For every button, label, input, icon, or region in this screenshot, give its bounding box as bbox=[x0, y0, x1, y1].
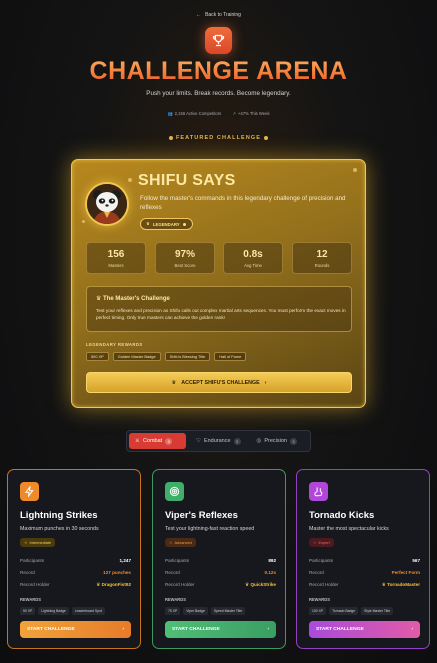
star-icon bbox=[264, 135, 269, 140]
challenge-card-tornado-kicks: Tornado Kicks Master the most spectacula… bbox=[296, 469, 430, 649]
reward-chip: 100 XP bbox=[309, 607, 327, 615]
heart-icon: ♡ bbox=[196, 438, 201, 444]
tab-count: 3 bbox=[165, 437, 173, 445]
record-row: Record 127 punches bbox=[20, 570, 131, 575]
card-title: Viper's Reflexes bbox=[165, 510, 238, 521]
challenge-heading: ♛ The Master's Challenge bbox=[96, 296, 170, 302]
stat-rounds: 12 Rounds bbox=[292, 242, 352, 274]
tab-precision[interactable]: ◎ Precision 3 bbox=[251, 433, 303, 449]
star-icon bbox=[168, 135, 173, 140]
header-stats: 👥 2,156 Active Competitors ↗ +47% This Wee… bbox=[0, 111, 437, 117]
record-holder-row: Record Holder ♛ TornadoMaster bbox=[309, 582, 420, 587]
stat-best-score: 97% Best Score bbox=[155, 242, 215, 274]
legendary-rewards-list: 500 XP Golden Master Badge Shifu's Bless… bbox=[86, 352, 247, 361]
trophy-icon bbox=[205, 27, 232, 54]
reward-chip: Shifu's Blessing Title bbox=[164, 352, 211, 361]
chevron-right-icon: › bbox=[264, 379, 267, 386]
accept-challenge-button[interactable]: ♛ ACCEPT SHIFU'S CHALLENGE › bbox=[86, 372, 352, 393]
rewards-label: REWARDS bbox=[309, 597, 330, 602]
record-row: Record Perfect Form bbox=[309, 570, 420, 575]
record-holder-row: Record Holder ♛ DragonFist92 bbox=[20, 582, 131, 587]
difficulty-badge: ☆ Expert bbox=[309, 538, 334, 547]
reward-chip: 50 XP bbox=[20, 607, 36, 615]
featured-description: Follow the master's commands in this leg… bbox=[140, 195, 346, 211]
lightning-icon bbox=[20, 482, 39, 501]
page-title: CHALLENGE ARENA bbox=[0, 57, 437, 86]
dot-icon bbox=[182, 222, 186, 226]
reward-chip: Lightning Badge bbox=[38, 607, 69, 615]
star-icon: ☆ bbox=[24, 540, 28, 545]
card-description: Maximum punches in 30 seconds bbox=[20, 526, 99, 532]
rewards-list: 100 XP Tornado Badge Style Master Title bbox=[309, 607, 394, 615]
target-icon: ◎ bbox=[256, 438, 262, 444]
reward-chip: Viper Badge bbox=[183, 607, 208, 615]
start-challenge-button[interactable]: START CHALLENGE › bbox=[309, 621, 420, 638]
arrow-left-icon: ← bbox=[196, 12, 202, 18]
featured-challenge-card: SHIFU SAYS Follow the master's commands … bbox=[71, 159, 366, 408]
star-icon: ☆ bbox=[169, 540, 173, 545]
category-tabs: ⚔ Combat 3 ♡ Endurance 3 ◎ Precision 3 bbox=[126, 430, 311, 452]
foot-icon bbox=[309, 482, 328, 501]
tab-count: 3 bbox=[233, 437, 241, 445]
chevron-right-icon: › bbox=[267, 627, 269, 632]
chevron-right-icon: › bbox=[122, 627, 124, 632]
star-icon: ☆ bbox=[313, 540, 317, 545]
participants-row: Participants 1,247 bbox=[20, 558, 131, 563]
reward-chip: Leaderboard Spot bbox=[71, 607, 105, 615]
reward-chip: Tornado Badge bbox=[329, 607, 359, 615]
rewards-list: 75 XP Viper Badge Speed Master Title bbox=[165, 607, 246, 615]
rewards-label: REWARDS bbox=[20, 597, 41, 602]
masters-challenge-box: ♛ The Master's Challenge Test your refle… bbox=[86, 286, 352, 332]
crown-icon: ♛ bbox=[146, 221, 150, 226]
weekly-growth-stat: ↗ +47% This Week bbox=[232, 111, 270, 116]
record-row: Record 0.12s bbox=[165, 570, 276, 575]
rewards-list: 50 XP Lightning Badge Leaderboard Spot bbox=[20, 607, 105, 615]
sword-icon: ⚔ bbox=[135, 438, 140, 444]
tab-count: 3 bbox=[289, 437, 297, 445]
crown-icon: ♛ bbox=[96, 296, 104, 302]
tab-combat[interactable]: ⚔ Combat 3 bbox=[129, 433, 186, 449]
target-icon bbox=[165, 482, 184, 501]
reward-chip: 75 XP bbox=[165, 607, 181, 615]
challenge-card-lightning-strikes: Lightning Strikes Maximum punches in 30 … bbox=[7, 469, 141, 649]
challenge-text: Test your reflexes and precision as Shif… bbox=[96, 308, 346, 321]
back-to-training-link[interactable]: ← Back to Training bbox=[0, 12, 437, 18]
participants-row: Participants 567 bbox=[309, 558, 420, 563]
participants-row: Participants 892 bbox=[165, 558, 276, 563]
stat-masters: 156 Masters bbox=[86, 242, 146, 274]
card-title: Tornado Kicks bbox=[309, 510, 375, 521]
tab-endurance[interactable]: ♡ Endurance 3 bbox=[190, 433, 247, 449]
featured-challenge-label: FEATURED CHALLENGE bbox=[0, 135, 437, 141]
reward-chip: Style Master Title bbox=[361, 607, 394, 615]
sparkle-icon bbox=[82, 220, 85, 223]
shifu-avatar bbox=[85, 182, 129, 226]
trend-up-icon: ↗ bbox=[232, 111, 236, 116]
legendary-rewards-label: LEGENDARY REWARDS bbox=[86, 342, 143, 347]
sparkle-icon bbox=[128, 178, 132, 182]
stat-avg-time: 0.8s Avg Time bbox=[223, 242, 283, 274]
challenge-card-vipers-reflexes: Viper's Reflexes Test your lightning-fas… bbox=[152, 469, 286, 649]
difficulty-badge: ☆ Intermediate bbox=[20, 538, 56, 547]
active-competitors-stat: 👥 2,156 Active Competitors bbox=[167, 111, 222, 116]
reward-chip: Hall of Fame bbox=[214, 352, 247, 361]
chevron-right-icon: › bbox=[411, 627, 413, 632]
record-holder-row: Record Holder ♛ QuickStrike bbox=[165, 582, 276, 587]
difficulty-badge: ☆ Advanced bbox=[165, 538, 196, 547]
back-label: Back to Training bbox=[205, 12, 241, 18]
reward-chip: Golden Master Badge bbox=[112, 352, 161, 361]
sparkle-icon bbox=[353, 168, 357, 172]
featured-title: SHIFU SAYS bbox=[138, 172, 236, 189]
card-title: Lightning Strikes bbox=[20, 510, 98, 521]
crown-icon: ♛ bbox=[171, 379, 177, 386]
reward-chip: 500 XP bbox=[86, 352, 109, 361]
card-description: Master the most spectacular kicks bbox=[309, 526, 389, 532]
legendary-badge: ♛ LEGENDARY bbox=[140, 218, 193, 230]
users-icon: 👥 bbox=[167, 111, 173, 116]
card-description: Test your lightning-fast reaction speed bbox=[165, 526, 255, 532]
start-challenge-button[interactable]: START CHALLENGE › bbox=[20, 621, 131, 638]
reward-chip: Speed Master Title bbox=[210, 607, 246, 615]
start-challenge-button[interactable]: START CHALLENGE › bbox=[165, 621, 276, 638]
page-subtitle: Push your limits. Break records. Become … bbox=[146, 90, 291, 97]
rewards-label: REWARDS bbox=[165, 597, 186, 602]
